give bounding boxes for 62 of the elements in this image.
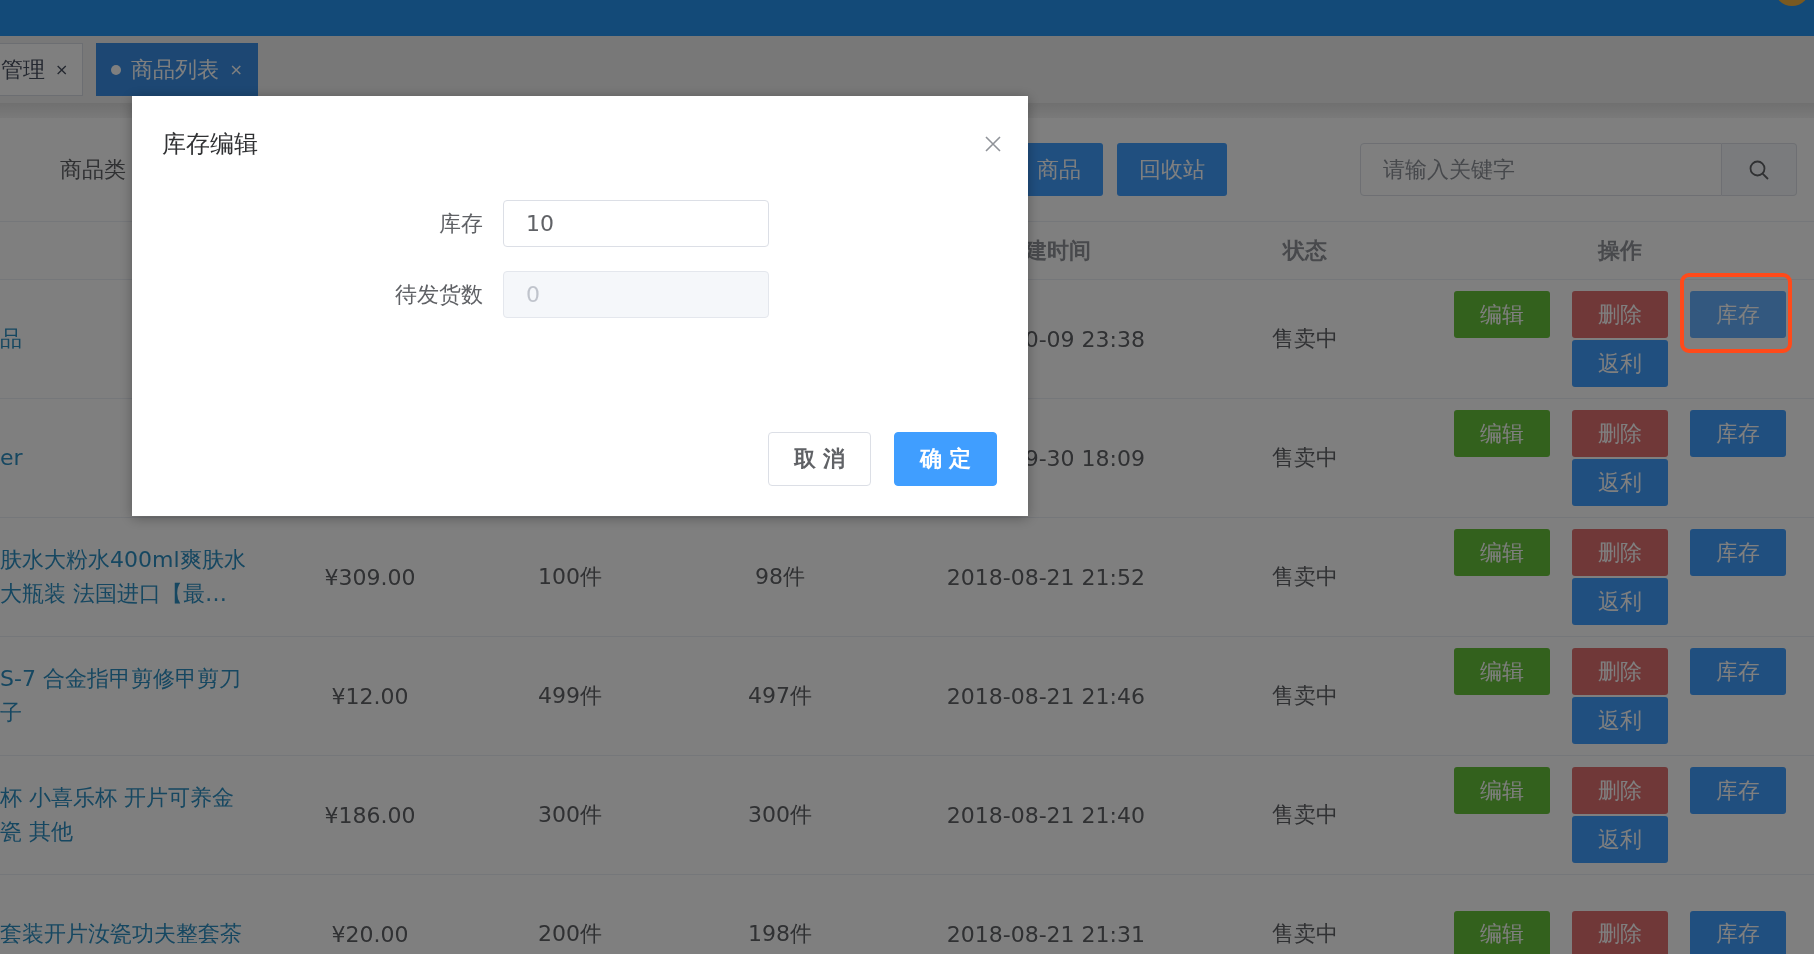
close-icon[interactable] [984, 135, 1002, 153]
field-label: 待发货数 [394, 280, 484, 309]
table-cell: 售卖中 [1272, 921, 1338, 946]
edit-button[interactable]: 编辑 [1454, 529, 1550, 576]
table-cell: 300件 [748, 802, 812, 827]
table-cell: 198件 [748, 921, 812, 946]
page-tab[interactable]: 商品列表 × [96, 43, 258, 96]
search-icon [1748, 158, 1770, 181]
product-name-link[interactable]: 肤水大粉水400ml爽肤水 [0, 543, 246, 577]
edit-button[interactable]: 编辑 [1454, 291, 1550, 338]
confirm-button[interactable]: 确 定 [894, 432, 997, 486]
table-cell: 98件 [755, 564, 805, 589]
toolbar-button[interactable]: 回收站 [1117, 143, 1227, 196]
table-cell: 2018-08-21 21:46 [946, 683, 1145, 709]
product-name-link[interactable]: er [0, 441, 23, 475]
edit-button[interactable]: 编辑 [1454, 767, 1550, 814]
edit-button[interactable]: 编辑 [1454, 910, 1550, 954]
rebate-button[interactable]: 返利 [1572, 459, 1668, 506]
table-cell: 2018-08-21 21:31 [946, 921, 1145, 947]
table-cell: 200件 [538, 921, 602, 946]
table-cell: 售卖中 [1272, 802, 1338, 827]
table-cell: ¥12.00 [331, 683, 409, 709]
field-label: 库存 [438, 209, 484, 238]
table-cell: 2018-08-21 21:52 [946, 564, 1145, 590]
table-cell: 售卖中 [1272, 445, 1338, 470]
table-cell: 499件 [538, 683, 602, 708]
product-name-link[interactable]: 大瓶装 法国进口【最… [0, 577, 227, 611]
table-cell: 100件 [538, 564, 602, 589]
edit-button[interactable]: 编辑 [1454, 410, 1550, 457]
product-name-link[interactable]: 杯 小喜乐杯 开片可养金 [0, 781, 234, 815]
stock-button[interactable]: 库存 [1690, 767, 1786, 814]
table-cell: ¥20.00 [331, 921, 409, 947]
cancel-button[interactable]: 取 消 [768, 432, 871, 486]
rebate-button[interactable]: 返利 [1572, 578, 1668, 625]
table-cell: 售卖中 [1272, 564, 1338, 589]
table-cell: ¥309.00 [324, 564, 416, 590]
product-name-link[interactable]: 瓷 其他 [0, 815, 73, 849]
filter-label: 商品类 [60, 155, 126, 184]
input-field[interactable]: 10 [503, 200, 769, 247]
search-field[interactable]: 请输入关键字 [1360, 143, 1722, 196]
stock-button[interactable]: 库存 [1690, 291, 1786, 338]
product-name-link[interactable]: S-7 合金指甲剪修甲剪刀 [0, 662, 241, 696]
page-tab[interactable]: 管理 × [0, 43, 84, 96]
stock-button[interactable]: 库存 [1690, 648, 1786, 695]
product-name-link[interactable]: 品 [0, 322, 22, 356]
product-name-link[interactable]: 套装开片汝瓷功夫整套茶 [0, 917, 242, 951]
table-cell: 497件 [748, 683, 812, 708]
table-cell: 300件 [538, 802, 602, 827]
dialog-title: 库存编辑 [162, 129, 258, 160]
rebate-button[interactable]: 返利 [1572, 340, 1668, 387]
search-button[interactable] [1722, 143, 1797, 196]
stock-button[interactable]: 库存 [1690, 410, 1786, 457]
product-name-link[interactable]: 子 [0, 696, 22, 730]
table-cell: 2018-08-21 21:40 [946, 802, 1145, 828]
stock-button[interactable]: 库存 [1690, 529, 1786, 576]
stock-button[interactable]: 库存 [1690, 910, 1786, 954]
table-cell: 售卖中 [1272, 683, 1338, 708]
edit-button[interactable]: 编辑 [1454, 648, 1550, 695]
table-cell: ¥186.00 [324, 802, 416, 828]
rebate-button[interactable]: 返利 [1572, 697, 1668, 744]
rebate-button[interactable]: 返利 [1572, 816, 1668, 863]
table-cell: 售卖中 [1272, 326, 1338, 351]
